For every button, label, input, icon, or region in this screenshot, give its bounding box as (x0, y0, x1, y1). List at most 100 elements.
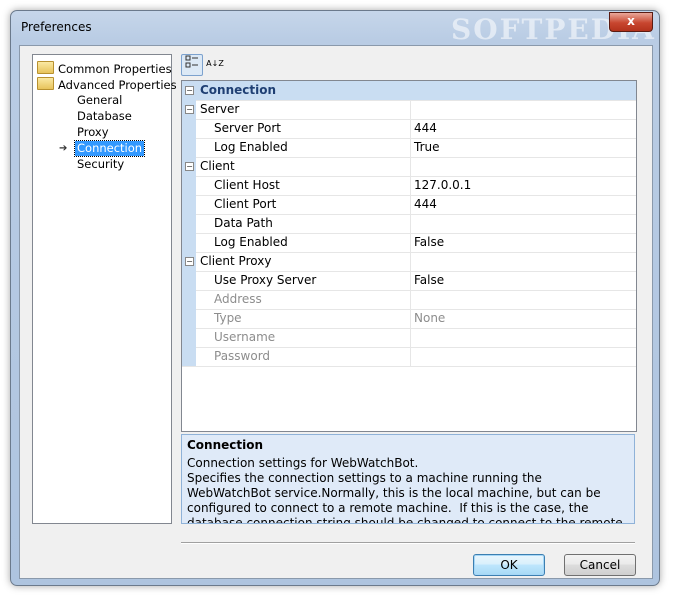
collapse-icon[interactable]: − (185, 86, 194, 95)
property-row[interactable]: Username (182, 328, 636, 348)
row-gutter (182, 214, 196, 233)
property-name: Client Host (214, 178, 280, 192)
property-value[interactable]: False (414, 271, 444, 290)
tree-item-database[interactable]: Database (77, 109, 132, 124)
property-row[interactable]: Log Enabled True (182, 138, 636, 158)
tree-item-label: General (77, 93, 123, 107)
property-name: Connection (200, 83, 277, 97)
property-row[interactable]: Address (182, 290, 636, 310)
column-separator (410, 157, 411, 176)
property-name: Client Proxy (200, 254, 272, 268)
column-separator (410, 176, 411, 195)
category-row[interactable]: − Connection (182, 81, 636, 101)
property-row[interactable]: Log Enabled False (182, 233, 636, 253)
row-gutter (182, 119, 196, 138)
tree-item-label: Connection (73, 140, 146, 157)
row-gutter (182, 271, 196, 290)
row-gutter (182, 309, 196, 328)
category-row[interactable]: − Client Proxy (182, 252, 636, 272)
tree-item-common-properties[interactable]: Common Properties (37, 61, 172, 76)
property-name: Client (200, 159, 235, 173)
preferences-window: Preferences SOFTPEDIA x Common Propertie… (10, 10, 660, 586)
folder-open-icon (37, 77, 54, 90)
tree-item-label: Proxy (77, 125, 109, 139)
column-separator (410, 214, 411, 233)
row-gutter (182, 233, 196, 252)
collapse-icon[interactable]: − (185, 162, 194, 171)
row-gutter (182, 195, 196, 214)
row-gutter (182, 347, 196, 366)
property-row[interactable]: Client Host 127.0.0.1 (182, 176, 636, 196)
column-separator (410, 328, 411, 347)
tree-item-advanced-properties[interactable]: Advanced Properties (37, 77, 177, 92)
category-row[interactable]: − Server (182, 100, 636, 120)
title-bar[interactable]: Preferences SOFTPEDIA x (11, 11, 659, 46)
window-title: Preferences (21, 20, 92, 34)
tree-item-security[interactable]: Security (77, 157, 124, 172)
property-value[interactable]: 127.0.0.1 (414, 176, 471, 195)
property-row[interactable]: Client Port 444 (182, 195, 636, 215)
tree-item-general[interactable]: General (77, 93, 122, 108)
categorized-button[interactable] (181, 54, 203, 76)
property-value[interactable]: 444 (414, 119, 437, 138)
row-gutter (182, 290, 196, 309)
close-button[interactable]: x (609, 12, 653, 32)
alphabetical-button[interactable]: A↓Z (205, 54, 225, 74)
property-value[interactable]: 444 (414, 195, 437, 214)
property-row[interactable]: Data Path (182, 214, 636, 234)
property-name: Data Path (214, 216, 273, 230)
cancel-button[interactable]: Cancel (564, 554, 636, 576)
property-row[interactable]: Password (182, 347, 636, 367)
ok-button[interactable]: OK (473, 554, 545, 576)
property-row[interactable]: Server Port 444 (182, 119, 636, 139)
tree-item-label: Database (77, 109, 132, 123)
property-name: Username (214, 330, 276, 344)
property-name: Password (214, 349, 271, 363)
row-gutter: − (182, 252, 196, 271)
property-name: Server (200, 102, 240, 116)
arrow-right-icon: ➔ (59, 143, 68, 154)
column-separator (410, 271, 411, 290)
property-name: Address (214, 292, 262, 306)
column-separator (410, 138, 411, 157)
tree-item-connection[interactable]: ➔ Connection (33, 140, 169, 157)
property-name: Log Enabled (214, 235, 288, 249)
column-separator (410, 347, 411, 366)
property-grid[interactable]: − Connection − Server Server Port 444 Lo… (181, 80, 637, 432)
property-name: Type (214, 311, 242, 325)
property-name: Use Proxy Server (214, 273, 317, 287)
row-gutter (182, 176, 196, 195)
column-separator (410, 309, 411, 328)
tree-item-label: Common Properties (58, 62, 172, 76)
property-row[interactable]: Type None (182, 309, 636, 329)
column-separator (410, 252, 411, 271)
sort-az-icon: A↓Z (206, 59, 224, 68)
column-separator (410, 100, 411, 119)
collapse-icon[interactable]: − (185, 105, 194, 114)
folder-icon (37, 61, 54, 74)
collapse-icon[interactable]: − (185, 257, 194, 266)
description-text: Connection settings for WebWatchBot. Spe… (187, 456, 623, 524)
property-name: Server Port (214, 121, 281, 135)
divider (181, 542, 635, 544)
description-title: Connection (187, 438, 264, 452)
category-row[interactable]: − Client (182, 157, 636, 177)
property-value[interactable]: None (414, 309, 445, 328)
property-name: Client Port (214, 197, 277, 211)
tree-item-label: Advanced Properties (58, 78, 177, 92)
property-row[interactable]: Use Proxy Server False (182, 271, 636, 291)
tree-item-label: Security (77, 157, 125, 171)
column-separator (410, 233, 411, 252)
column-separator (410, 195, 411, 214)
row-gutter: − (182, 100, 196, 119)
dialog-body: Common Properties Advanced Properties Ge… (19, 45, 653, 579)
property-value[interactable]: False (414, 233, 444, 252)
row-gutter: − (182, 157, 196, 176)
property-name: Log Enabled (214, 140, 288, 154)
row-gutter (182, 138, 196, 157)
row-gutter (182, 328, 196, 347)
property-value[interactable]: True (414, 138, 440, 157)
description-panel: Connection Connection settings for WebWa… (181, 434, 635, 524)
tree-item-proxy[interactable]: Proxy (77, 125, 109, 140)
settings-tree[interactable]: Common Properties Advanced Properties Ge… (32, 54, 177, 524)
